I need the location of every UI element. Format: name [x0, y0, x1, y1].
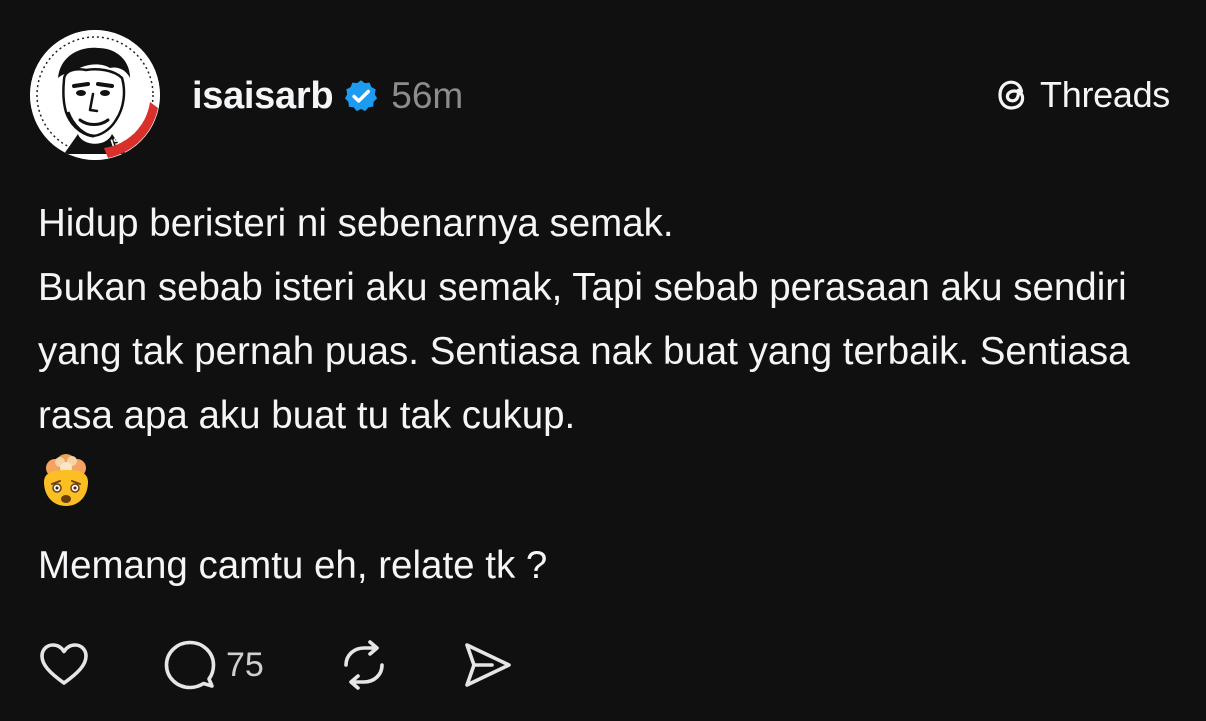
author-username[interactable]: isaisarb — [192, 75, 334, 118]
heart-icon — [40, 643, 88, 685]
exploding-head-emoji-icon — [38, 454, 94, 510]
reply-button[interactable]: 75 — [164, 639, 264, 691]
verified-badge-icon — [343, 78, 379, 114]
post-paragraph-3: Memang camtu eh, relate tk ? — [38, 544, 548, 587]
threads-label: Threads — [1040, 74, 1170, 115]
post-paragraph-1: Hidup beristeri ni sebenarnya semak. — [38, 202, 674, 245]
threads-brand[interactable]: Threads — [994, 72, 1170, 118]
threads-logo-icon — [994, 76, 1032, 114]
like-button[interactable] — [38, 641, 90, 689]
comment-icon — [164, 640, 216, 690]
post-action-bar: 75 — [38, 637, 514, 693]
send-icon — [465, 643, 511, 687]
avatar-illustration: ISA ISARB — [30, 30, 160, 160]
author-avatar[interactable]: ISA ISARB — [30, 30, 160, 160]
reply-count: 75 — [226, 645, 264, 684]
post-header: isaisarb 56m — [192, 70, 463, 122]
repost-button[interactable] — [338, 639, 390, 691]
post-timestamp: 56m — [391, 75, 464, 116]
share-button[interactable] — [462, 641, 514, 689]
post-content: Hidup beristeri ni sebenarnya semak. Buk… — [38, 192, 1178, 598]
repost-icon — [344, 640, 384, 690]
post-paragraph-2: Bukan sebab isteri aku semak, Tapi sebab… — [38, 266, 1130, 437]
